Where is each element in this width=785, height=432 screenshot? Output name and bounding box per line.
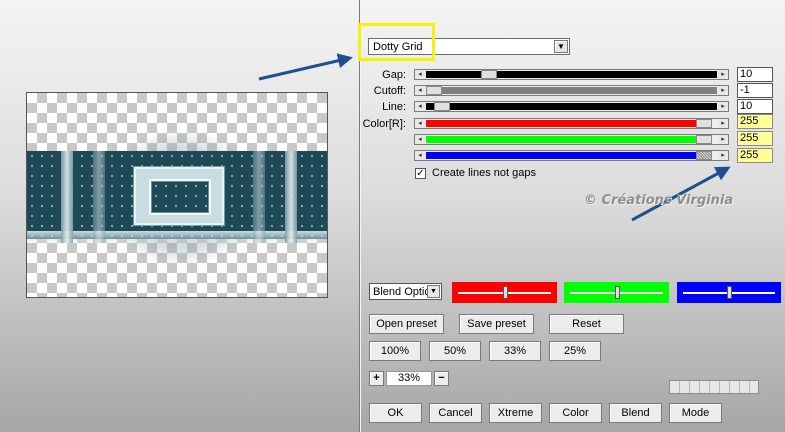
line-slider-track xyxy=(426,103,717,110)
annotation-arrows xyxy=(258,53,731,222)
gap-value-field[interactable]: 10 xyxy=(737,67,773,82)
blend-button[interactable]: Blend xyxy=(609,403,662,423)
blend-select[interactable]: Blend Optic ▼ xyxy=(369,283,442,300)
line-slider-thumb[interactable] xyxy=(434,102,450,111)
gap-slider[interactable]: ◂ ▸ xyxy=(414,69,729,80)
create-lines-label: Create lines not gaps xyxy=(432,167,536,179)
line-label: Line: xyxy=(382,101,406,113)
green-value-field[interactable]: 255 xyxy=(737,131,773,146)
blend-slider-knob[interactable] xyxy=(727,286,732,299)
annotation-arrow-to-preset xyxy=(258,53,353,81)
green-blend-swatch[interactable] xyxy=(564,282,669,303)
create-lines-checkbox[interactable]: ✓ xyxy=(415,168,426,179)
zoom-25-button[interactable]: 25% xyxy=(549,341,601,361)
line-slider[interactable]: ◂ ▸ xyxy=(414,101,729,112)
blend-slider-knob[interactable] xyxy=(503,286,508,299)
zoom-100-button[interactable]: 100% xyxy=(369,341,421,361)
arrow-right-icon[interactable]: ▸ xyxy=(718,70,728,79)
cutoff-slider-track xyxy=(426,87,717,94)
line-value-field[interactable]: 10 xyxy=(737,99,773,114)
green-channel-thumb[interactable] xyxy=(696,135,712,144)
zoom-33-button[interactable]: 33% xyxy=(489,341,541,361)
arrow-left-icon[interactable]: ◂ xyxy=(415,151,425,160)
zoom-out-button[interactable]: − xyxy=(434,371,449,386)
cutoff-slider[interactable]: ◂ ▸ xyxy=(414,85,729,96)
mode-button[interactable]: Mode xyxy=(669,403,722,423)
red-channel-slider[interactable]: ◂ ▸ xyxy=(414,118,729,129)
zoom-50-button[interactable]: 50% xyxy=(429,341,481,361)
gap-slider-track xyxy=(426,71,717,78)
gap-label: Gap: xyxy=(382,69,406,81)
watermark-text: © Créations Virginia xyxy=(584,193,734,208)
zoom-level-field[interactable]: 33% xyxy=(386,371,432,386)
green-channel-track xyxy=(426,136,696,143)
cutoff-slider-thumb[interactable] xyxy=(426,86,442,95)
blend-slider-knob[interactable] xyxy=(615,286,620,299)
arrow-left-icon[interactable]: ◂ xyxy=(415,86,425,95)
green-channel-slider[interactable]: ◂ ▸ xyxy=(414,134,729,145)
arrow-left-icon[interactable]: ◂ xyxy=(415,135,425,144)
gap-slider-thumb[interactable] xyxy=(481,70,497,79)
cancel-button[interactable]: Cancel xyxy=(429,403,482,423)
red-channel-thumb[interactable] xyxy=(696,119,712,128)
checkmark-icon: ✓ xyxy=(416,168,425,179)
chevron-down-icon[interactable]: ▼ xyxy=(427,285,440,298)
red-blend-swatch[interactable] xyxy=(452,282,557,303)
arrow-left-icon[interactable]: ◂ xyxy=(415,119,425,128)
progress-bar xyxy=(669,380,759,394)
color-label: Color[R]: xyxy=(362,118,406,130)
blue-blend-swatch[interactable] xyxy=(677,282,781,303)
arrow-right-icon[interactable]: ▸ xyxy=(718,151,728,160)
ok-button[interactable]: OK xyxy=(369,403,422,423)
arrow-right-icon[interactable]: ▸ xyxy=(718,86,728,95)
blue-value-field[interactable]: 255 xyxy=(737,148,773,163)
arrow-right-icon[interactable]: ▸ xyxy=(718,102,728,111)
arrow-left-icon[interactable]: ◂ xyxy=(415,102,425,111)
blend-select-value: Blend Optic xyxy=(373,286,429,298)
cutoff-value-field[interactable]: -1 xyxy=(737,83,773,98)
arrow-right-icon[interactable]: ▸ xyxy=(718,135,728,144)
blue-channel-track xyxy=(426,152,696,159)
save-preset-button[interactable]: Save preset xyxy=(459,314,534,334)
zoom-in-button[interactable]: + xyxy=(369,371,384,386)
cutoff-label: Cutoff: xyxy=(373,85,406,97)
red-channel-track xyxy=(426,120,696,127)
reset-button[interactable]: Reset xyxy=(549,314,624,334)
arrow-right-icon[interactable]: ▸ xyxy=(718,119,728,128)
blue-channel-slider[interactable]: ◂ ▸ xyxy=(414,150,729,161)
red-value-field[interactable]: 255 xyxy=(737,114,773,129)
xtreme-button[interactable]: Xtreme xyxy=(489,403,542,423)
open-preset-button[interactable]: Open preset xyxy=(369,314,444,334)
blue-channel-thumb[interactable] xyxy=(696,151,712,160)
arrow-left-icon[interactable]: ◂ xyxy=(415,70,425,79)
color-button[interactable]: Color xyxy=(549,403,602,423)
